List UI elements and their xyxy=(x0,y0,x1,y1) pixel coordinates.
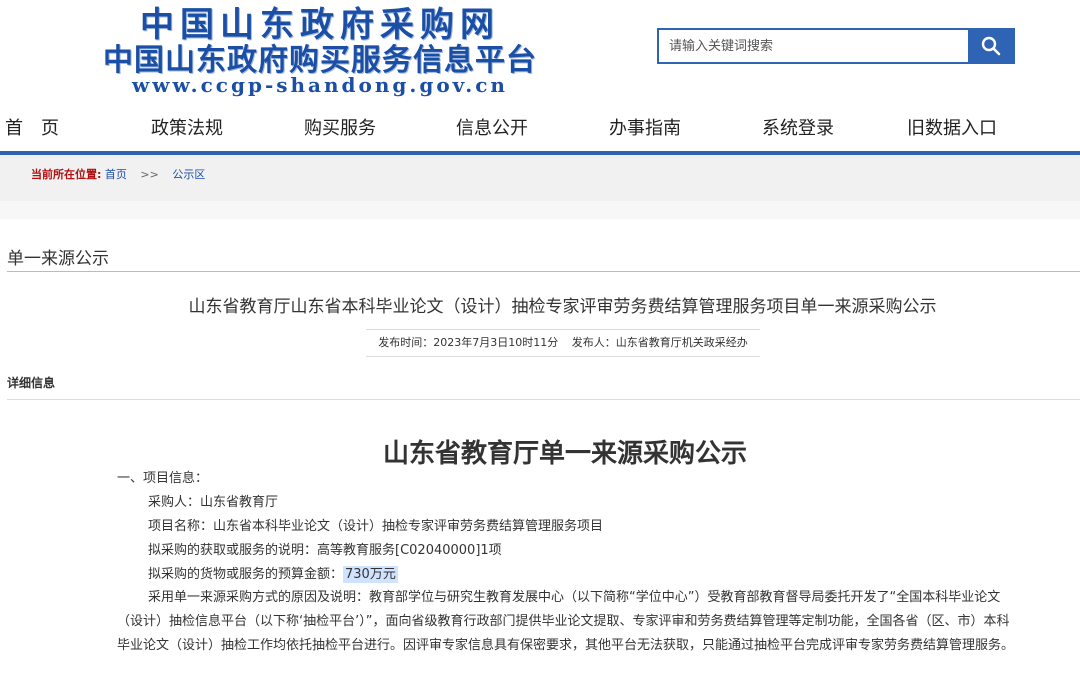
article-title: 山东省教育厅山东省本科毕业论文（设计）抽检专家评审劳务费结算管理服务项目单一来源… xyxy=(188,297,937,317)
nav-home[interactable]: 首 页 xyxy=(5,114,59,140)
site-logo[interactable]: 中国山东政府采购网 中国山东政府购买服务信息平台 www.ccgp-shando… xyxy=(80,5,560,97)
logo-url: www.ccgp-shandong.gov.cn xyxy=(132,73,508,97)
document-title: 山东省教育厅单一来源采购公示 xyxy=(382,439,747,469)
nav-policy[interactable]: 政策法规 xyxy=(151,114,223,140)
search-button[interactable] xyxy=(968,30,1013,62)
search-icon xyxy=(981,36,1000,56)
publish-time: 发布时间：2023年7月3日10时11分 xyxy=(378,336,559,349)
search-input[interactable] xyxy=(659,30,968,62)
project-name-line: 项目名称：山东省本科毕业论文（设计）抽检专家评审劳务费结算管理服务项目 xyxy=(148,519,604,534)
detail-label: 详细信息 xyxy=(7,376,56,390)
service-desc-line: 拟采购的获取或服务的说明：高等教育服务[C02040000]1项 xyxy=(148,543,502,558)
nav-old-data[interactable]: 旧数据入口 xyxy=(907,114,997,140)
publisher: 发布人：山东省教育厅机关政采经办 xyxy=(571,336,748,349)
search-box xyxy=(657,28,1015,64)
budget-label: 拟采购的货物或服务的预算金额： xyxy=(148,567,344,582)
breadcrumb-bar: 当前所在位置: 首页 >> 公示区 xyxy=(0,155,1080,201)
logo-title: 中国山东政府采购网 xyxy=(140,5,500,45)
divider-strip xyxy=(0,201,1080,219)
breadcrumb-current[interactable]: 公示区 xyxy=(172,168,205,181)
article-meta: 发布时间：2023年7月3日10时11分 发布人：山东省教育厅机关政采经办 xyxy=(366,329,760,357)
breadcrumb-separator: >> xyxy=(140,168,159,181)
detail-divider xyxy=(7,399,1080,400)
budget-line: 拟采购的货物或服务的预算金额： 730万元 xyxy=(148,563,1048,583)
section-heading-project-info: 一、项目信息： xyxy=(117,471,209,486)
reason-paragraph: 采用单一来源采购方式的原因及说明：教育部学位与研究生教育发展中心（以下简称“学位… xyxy=(117,590,1015,653)
site-header: 中国山东政府采购网 中国山东政府购买服务信息平台 www.ccgp-shando… xyxy=(0,0,1080,100)
section-title: 单一来源公示 xyxy=(7,249,109,269)
breadcrumb: 当前所在位置: 首页 >> 公示区 xyxy=(31,166,205,182)
purchaser-line: 采购人：山东省教育厅 xyxy=(148,495,279,510)
nav-info-disclosure[interactable]: 信息公开 xyxy=(456,114,528,140)
nav-login[interactable]: 系统登录 xyxy=(762,114,834,140)
main-nav: 首 页 政策法规 购买服务 信息公开 办事指南 系统登录 旧数据入口 xyxy=(0,104,1080,148)
breadcrumb-home[interactable]: 首页 xyxy=(105,168,127,181)
breadcrumb-label: 当前所在位置: xyxy=(31,168,102,181)
nav-guide[interactable]: 办事指南 xyxy=(609,114,681,140)
budget-value: 730万元 xyxy=(343,566,398,583)
section-divider xyxy=(7,271,1080,272)
nav-purchase-service[interactable]: 购买服务 xyxy=(304,114,376,140)
